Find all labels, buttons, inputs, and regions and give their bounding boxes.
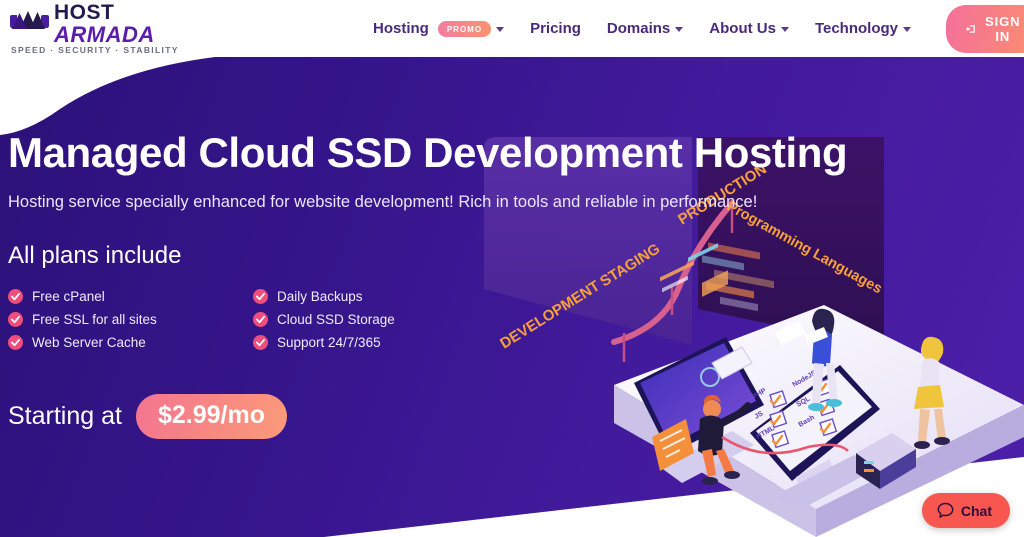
brand-name-top: HOST [54, 1, 115, 24]
feature-item: Free SSL for all sites [8, 312, 253, 327]
brand-name-bottom: ARMADA [54, 22, 155, 47]
sign-in-button[interactable]: SIGN IN [946, 4, 1024, 53]
chevron-down-icon [675, 27, 684, 32]
main-navigation: Hosting PROMO Pricing Domains About Us T… [360, 0, 1024, 57]
page-title: Managed Cloud SSD Development Hosting [8, 129, 848, 176]
nav-item-domains[interactable]: Domains [594, 20, 696, 37]
check-circle-icon [8, 289, 23, 304]
feature-item: Free cPanel [8, 289, 253, 304]
nav-item-about-us[interactable]: About Us [696, 20, 802, 37]
hero-subtitle: Hosting service specially enhanced for w… [8, 193, 758, 211]
feature-label: Web Server Cache [32, 335, 146, 350]
brand-tagline: SPEED · SECURITY · STABILITY [11, 45, 179, 55]
nav-label-domains: Domains [606, 20, 671, 37]
chat-label: Chat [960, 502, 992, 519]
speech-bubble-icon [937, 502, 954, 518]
starting-price-row: Starting at $2.99/mo [8, 394, 968, 439]
armada-chevron-logo-icon [10, 11, 49, 29]
chevron-down-icon [496, 27, 505, 32]
nav-item-technology[interactable]: Technology [802, 20, 924, 37]
check-circle-icon [253, 289, 268, 304]
nav-item-pricing[interactable]: Pricing [517, 20, 594, 37]
features-list: Free cPanel Free SSL for all sites Web S… [8, 289, 968, 358]
check-circle-icon [8, 312, 23, 327]
check-circle-icon [253, 312, 268, 327]
chat-widget-button[interactable]: Chat [921, 493, 1010, 528]
nav-label-about-us: About Us [709, 20, 776, 37]
nav-label-hosting: Hosting [373, 20, 429, 37]
brand-wordmark: HOST ARMADA [54, 1, 155, 47]
price-badge: $2.99/mo [135, 394, 287, 439]
feature-item: Cloud SSD Storage [253, 312, 498, 327]
feature-item: Daily Backups [253, 289, 498, 304]
nav-label-pricing: Pricing [530, 20, 581, 37]
feature-label: Free SSL for all sites [32, 312, 157, 327]
check-circle-icon [8, 335, 23, 350]
login-arrow-icon [966, 24, 975, 33]
features-column-right: Daily Backups Cloud SSD Storage Support … [253, 289, 498, 358]
feature-label: Cloud SSD Storage [277, 312, 395, 327]
chevron-down-icon [903, 27, 912, 32]
hero-section: DEVELOPMENT STAGING PRODUCTION Programmi… [0, 57, 1024, 537]
plans-include-heading: All plans include [8, 242, 182, 269]
promo-badge: PROMO [437, 20, 492, 37]
nav-item-hosting[interactable]: Hosting PROMO [360, 20, 517, 37]
chevron-down-icon [780, 27, 789, 32]
sign-in-label: SIGN IN [985, 13, 1021, 44]
check-circle-icon [253, 335, 268, 350]
site-header: HOST ARMADA SPEED · SECURITY · STABILITY… [0, 0, 1024, 57]
brand-logo[interactable]: HOST ARMADA SPEED · SECURITY · STABILITY [8, 1, 177, 55]
feature-label: Support 24/7/365 [277, 335, 381, 350]
feature-item: Web Server Cache [8, 335, 253, 350]
feature-item: Support 24/7/365 [253, 335, 498, 350]
feature-label: Free cPanel [32, 289, 105, 304]
features-column-left: Free cPanel Free SSL for all sites Web S… [8, 289, 253, 358]
nav-label-technology: Technology [814, 20, 899, 37]
hero-content: Managed Cloud SSD Development Hosting Ho… [8, 129, 968, 439]
feature-label: Daily Backups [277, 289, 363, 304]
starting-at-label: Starting at [8, 402, 122, 430]
